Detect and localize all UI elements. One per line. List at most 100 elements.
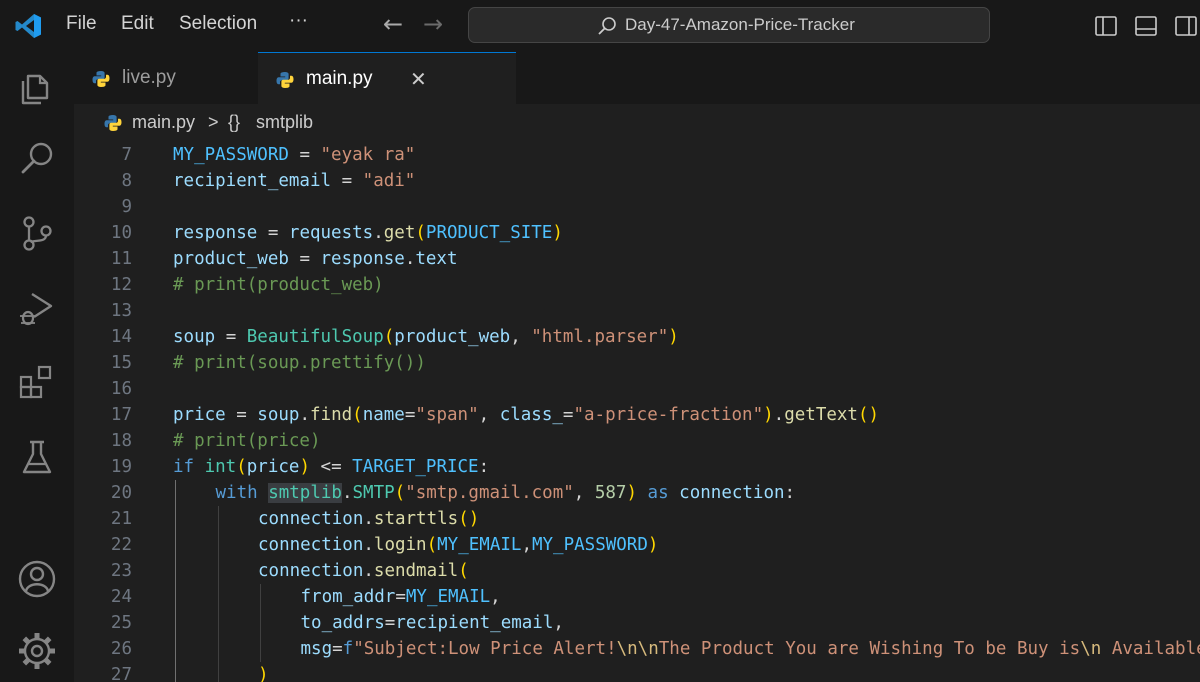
code-token: , xyxy=(510,327,532,347)
manage-gear-icon[interactable] xyxy=(16,630,58,672)
code-token: # print(soup.prettify()) xyxy=(173,353,426,373)
menu-edit[interactable]: Edit xyxy=(121,13,154,35)
code-token: . xyxy=(363,509,374,529)
toggle-primary-sidebar-icon[interactable] xyxy=(1094,14,1118,38)
go-back-button[interactable]: ← xyxy=(383,10,403,38)
code-token: "Subject:Low Price Alert! xyxy=(353,639,617,659)
code-token: text xyxy=(415,249,458,269)
code-text: to_addrs=recipient_email, xyxy=(301,610,564,636)
code-token: () xyxy=(857,405,880,425)
code-token: "adi" xyxy=(362,171,416,191)
code-token: starttls xyxy=(373,509,459,529)
run-debug-icon[interactable] xyxy=(16,286,58,328)
code-line[interactable]: 11 product_web = response.text xyxy=(74,246,1200,272)
code-line[interactable]: 9 xyxy=(74,194,1200,220)
code-line[interactable]: 15 # print(soup.prettify()) xyxy=(74,350,1200,376)
line-number: 15 xyxy=(110,353,132,373)
indent-guide xyxy=(217,636,219,662)
code-line[interactable]: 20 with smtplib.SMTP("smtp.gmail.com", 58… xyxy=(74,480,1200,506)
toggle-secondary-sidebar-icon[interactable] xyxy=(1174,14,1198,38)
tab-live-py[interactable]: live.py xyxy=(74,52,258,104)
explorer-icon[interactable] xyxy=(16,66,58,108)
line-number: 20 xyxy=(110,483,132,503)
close-icon[interactable]: ✕ xyxy=(410,67,427,91)
line-number: 21 xyxy=(110,509,132,529)
code-line[interactable]: 25 to_addrs=recipient_email, xyxy=(74,610,1200,636)
code-line[interactable]: 27) xyxy=(74,662,1200,682)
command-center[interactable]: Day-47-Amazon-Price-Tracker xyxy=(468,7,990,43)
code-token: int xyxy=(204,457,237,477)
code-text: price = soup.find(name="span", class_="a… xyxy=(173,402,879,428)
code-line[interactable]: 23 connection.sendmail( xyxy=(74,558,1200,584)
symbol-module-icon: {} xyxy=(228,112,241,132)
code-token: f xyxy=(342,639,354,659)
code-token: MY_EMAIL xyxy=(437,535,522,555)
breadcrumb-symbol[interactable]: smtplib xyxy=(256,112,313,133)
indent-guide xyxy=(175,610,176,636)
go-forward-button[interactable]: → xyxy=(423,10,443,38)
code-token: \n xyxy=(1080,639,1102,659)
code-text: soup = BeautifulSoup(product_web, "html.… xyxy=(173,324,679,350)
code-token: . xyxy=(373,223,384,243)
code-token: : xyxy=(784,483,796,503)
code-token: with xyxy=(215,483,269,503)
line-number: 25 xyxy=(110,613,132,633)
breadcrumb-file[interactable]: main.py xyxy=(132,112,195,133)
code-line[interactable]: 19 if int(price) <= TARGET_PRICE: xyxy=(74,454,1200,480)
code-token: MY_PASSWORD xyxy=(531,535,648,555)
testing-icon[interactable] xyxy=(16,436,58,478)
code-editor[interactable]: 7 MY_PASSWORD = "eyak ra" 8 recipient_email… xyxy=(74,142,1200,682)
code-token: = xyxy=(395,587,406,607)
command-center-text: Day-47-Amazon-Price-Tracker xyxy=(625,15,855,34)
source-control-icon[interactable] xyxy=(16,212,58,254)
code-line[interactable]: 21 connection.starttls() xyxy=(74,506,1200,532)
menu-file[interactable]: File xyxy=(66,13,97,35)
line-number: 17 xyxy=(110,405,132,425)
code-token: SMTP xyxy=(352,483,395,503)
code-token: : xyxy=(478,457,490,477)
indent-guide xyxy=(175,480,176,506)
line-number: 10 xyxy=(110,223,132,243)
code-token: TARGET_PRICE xyxy=(352,457,479,477)
code-token: connection xyxy=(258,535,364,555)
line-number: 26 xyxy=(110,639,132,659)
menu-more[interactable]: ··· xyxy=(289,10,308,32)
vscode-logo-icon xyxy=(15,14,41,38)
code-line[interactable]: 18 # print(price) xyxy=(74,428,1200,454)
code-token: if xyxy=(173,457,205,477)
code-line[interactable]: 12 # print(product_web) xyxy=(74,272,1200,298)
extensions-icon[interactable] xyxy=(16,362,58,404)
accounts-icon[interactable] xyxy=(16,558,58,600)
code-text: msg=f"Subject:Low Price Alert!\n\nThe Pr… xyxy=(301,636,1200,662)
code-text: recipient_email = "adi" xyxy=(173,168,415,194)
code-token: recipient_email xyxy=(395,613,554,633)
code-token: ) xyxy=(299,457,310,477)
code-token: = xyxy=(288,145,321,165)
code-line[interactable]: 10 response = requests.get(PRODUCT_SITE) xyxy=(74,220,1200,246)
code-line[interactable]: 8 recipient_email = "adi" xyxy=(74,168,1200,194)
code-line[interactable]: 16 xyxy=(74,376,1200,402)
code-token: msg xyxy=(300,639,333,659)
code-token: ) xyxy=(552,223,563,243)
menu-selection[interactable]: Selection xyxy=(179,13,257,35)
code-token: PRODUCT_SITE xyxy=(425,223,553,243)
code-line[interactable]: 13 xyxy=(74,298,1200,324)
code-line[interactable]: 24 from_addr=MY_EMAIL, xyxy=(74,584,1200,610)
code-text: ) xyxy=(258,662,269,682)
code-token: The Product You are Wishing To be Buy is xyxy=(658,639,1081,659)
code-token: BeautifulSoup xyxy=(246,327,384,347)
python-file-icon xyxy=(92,71,110,87)
toggle-panel-icon[interactable] xyxy=(1134,14,1158,38)
python-file-icon xyxy=(276,72,294,88)
code-line[interactable]: 14 soup = BeautifulSoup(product_web, "htm… xyxy=(74,324,1200,350)
search-activity-icon[interactable] xyxy=(16,138,58,180)
code-token: login xyxy=(373,535,427,555)
code-text: from_addr=MY_EMAIL, xyxy=(301,584,501,610)
tab-main-py[interactable]: main.py ✕ xyxy=(258,52,516,104)
line-number: 7 xyxy=(121,145,132,165)
code-token: price xyxy=(246,457,300,477)
code-line[interactable]: 17 price = soup.find(name="span", class_=… xyxy=(74,402,1200,428)
code-line[interactable]: 26 msg=f"Subject:Low Price Alert!\n\nThe … xyxy=(74,636,1200,662)
code-line[interactable]: 22 connection.login(MY_EMAIL,MY_PASSWORD) xyxy=(74,532,1200,558)
code-line[interactable]: 7 MY_PASSWORD = "eyak ra" xyxy=(74,142,1200,168)
